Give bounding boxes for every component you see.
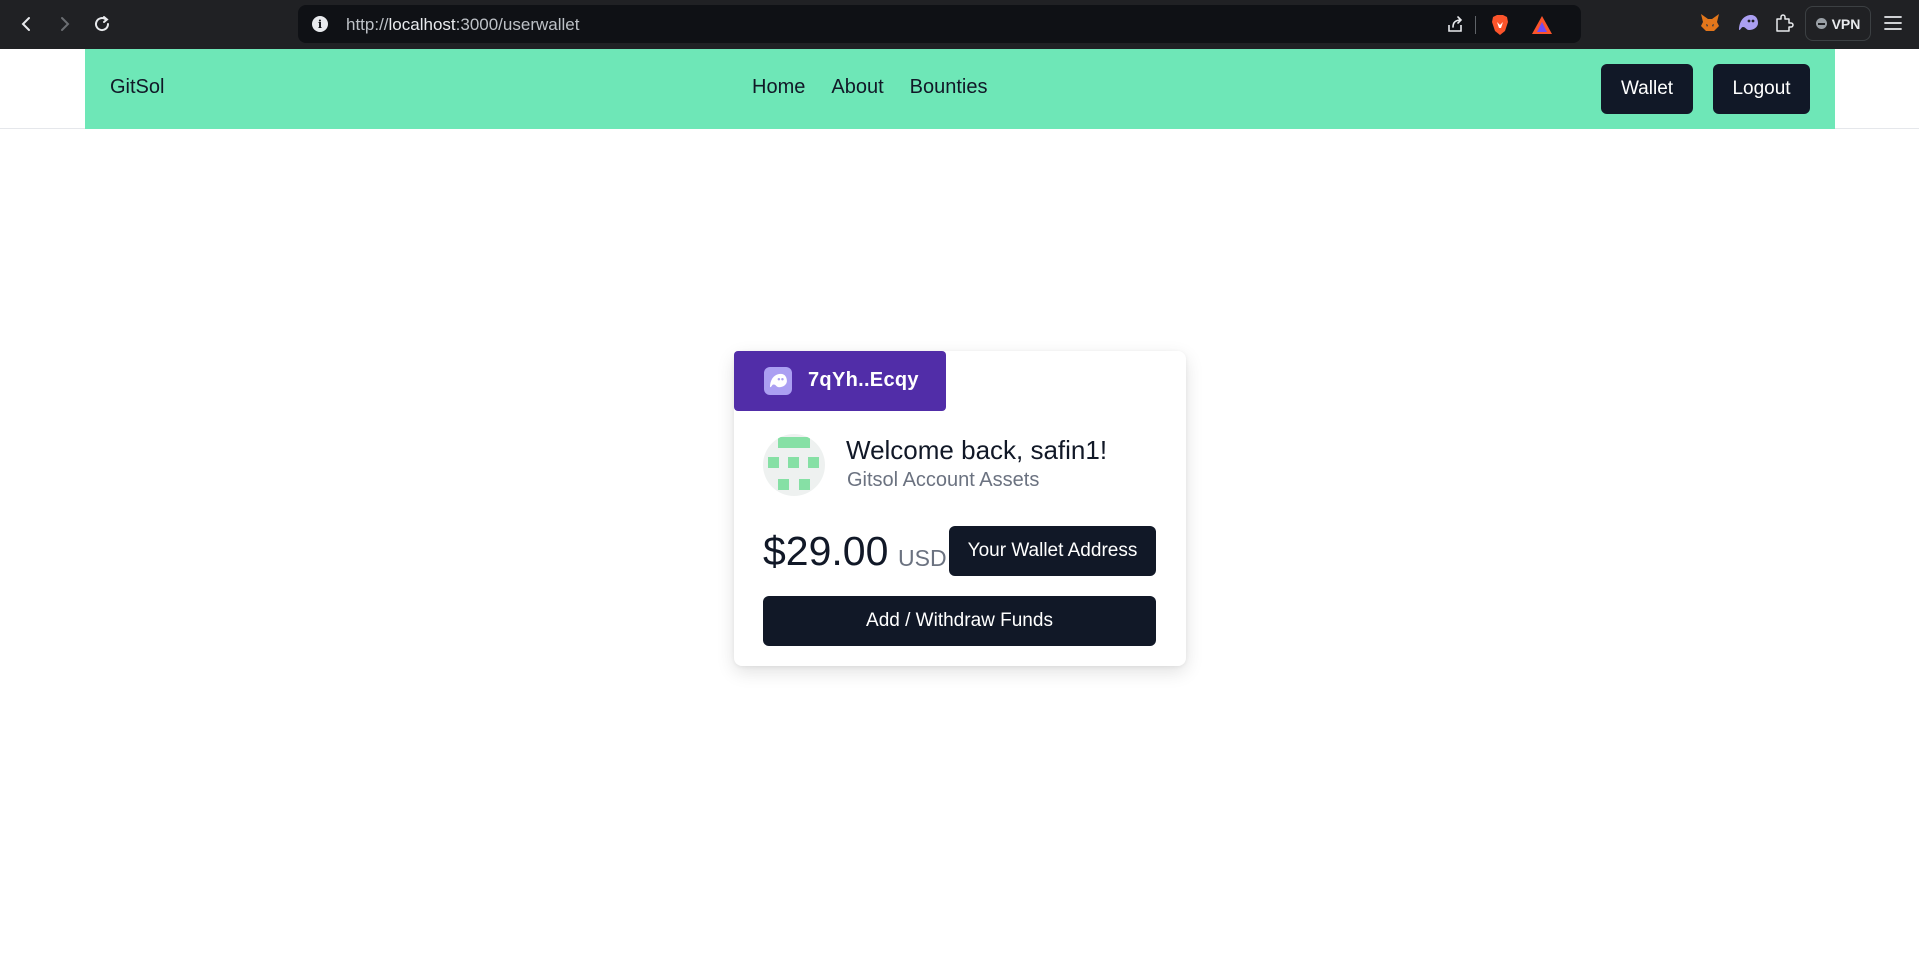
brave-shields-icon[interactable]: [1489, 14, 1511, 36]
brave-rewards-icon[interactable]: [1531, 14, 1553, 36]
balance-currency: USD: [898, 545, 947, 571]
avatar: [763, 434, 825, 496]
wallet-card: 7qYh..Ecqy Welcome back, safin1! Gitsol …: [734, 351, 1186, 666]
share-icon[interactable]: [1444, 14, 1466, 36]
nav-link-bounties[interactable]: Bounties: [910, 76, 988, 99]
vpn-button[interactable]: VPN: [1805, 6, 1871, 41]
wallet-address-button[interactable]: Your Wallet Address: [949, 526, 1156, 576]
address-bar[interactable]: i http://localhost:3000/userwallet: [298, 5, 1581, 43]
nav-link-about[interactable]: About: [831, 76, 883, 99]
nav-link-home[interactable]: Home: [752, 76, 805, 99]
wallet-short-address: 7qYh..Ecqy: [808, 369, 919, 391]
assets-subtitle: Gitsol Account Assets: [847, 469, 1040, 491]
metamask-icon[interactable]: [1698, 11, 1722, 35]
vpn-status-icon: [1815, 18, 1827, 29]
welcome-heading: Welcome back, safin1!: [846, 435, 1108, 465]
back-icon[interactable]: [13, 10, 41, 38]
address-separator: [1475, 16, 1476, 34]
extensions-puzzle-icon[interactable]: [1772, 11, 1796, 35]
site-navbar: GitSol Home About Bounties Wallet Logout: [85, 49, 1835, 129]
site-info-icon[interactable]: i: [312, 16, 328, 32]
menu-icon[interactable]: [1881, 11, 1905, 35]
brand-logo-text[interactable]: GitSol: [110, 76, 164, 99]
phantom-extension-icon[interactable]: [1736, 11, 1760, 35]
add-withdraw-funds-button[interactable]: Add / Withdraw Funds: [763, 596, 1156, 646]
nav-links: Home About Bounties: [752, 76, 987, 99]
url-text[interactable]: http://localhost:3000/userwallet: [346, 15, 579, 35]
browser-toolbar: i http://localhost:3000/userwallet VPN: [0, 0, 1919, 49]
wallet-button[interactable]: Wallet: [1601, 64, 1693, 114]
forward-icon[interactable]: [50, 10, 78, 38]
reload-icon[interactable]: [88, 10, 116, 38]
connected-wallet-button[interactable]: 7qYh..Ecqy: [734, 351, 946, 411]
phantom-icon: [764, 367, 792, 395]
balance-amount: $29.00: [763, 528, 889, 574]
logout-button[interactable]: Logout: [1713, 64, 1810, 114]
vpn-label: VPN: [1831, 15, 1861, 32]
